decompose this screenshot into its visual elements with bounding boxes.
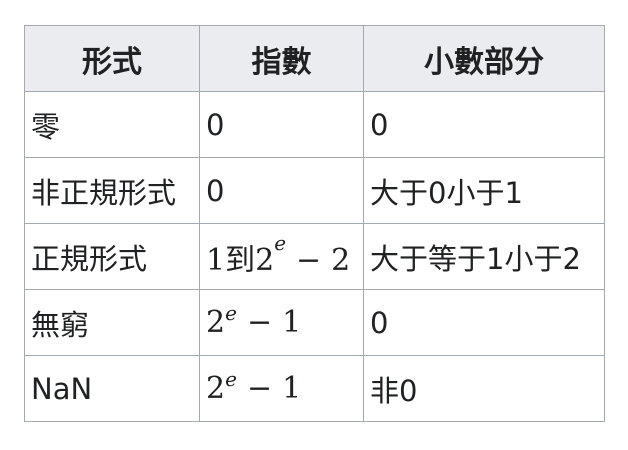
table-row: 無窮 2e −1 0 bbox=[24, 289, 605, 356]
header-fraction: 小數部分 bbox=[363, 25, 605, 92]
math-superscript: e bbox=[225, 367, 237, 391]
cell-fraction: 大于0小于1 bbox=[363, 157, 605, 224]
math-base: 2 bbox=[255, 242, 275, 278]
math-operator: − bbox=[296, 242, 322, 278]
cell-fraction: 0 bbox=[363, 289, 605, 356]
math-base: 2 bbox=[206, 371, 226, 406]
math-base: 2 bbox=[206, 305, 226, 340]
cell-form: 零 bbox=[24, 91, 200, 158]
cell-exponent: 2e −1 bbox=[199, 355, 364, 422]
cell-exponent: 0 bbox=[199, 157, 364, 224]
cell-form: NaN bbox=[24, 355, 200, 422]
cell-form: 無窮 bbox=[24, 289, 200, 356]
header-exponent: 指數 bbox=[199, 25, 364, 92]
math-superscript: e bbox=[274, 230, 287, 255]
math-operator: − bbox=[246, 371, 273, 406]
math-operand: 1 bbox=[282, 371, 302, 406]
math-prefix: 1到 bbox=[206, 242, 256, 278]
math-superscript: e bbox=[225, 301, 237, 325]
header-row: 形式 指數 小數部分 bbox=[24, 25, 605, 92]
cell-fraction: 0 bbox=[363, 91, 605, 158]
cell-exponent: 0 bbox=[199, 91, 364, 158]
table-row: 零 0 0 bbox=[24, 91, 605, 158]
header-form: 形式 bbox=[24, 25, 200, 92]
cell-form: 正規形式 bbox=[24, 223, 200, 290]
cell-form: 非正規形式 bbox=[24, 157, 200, 224]
math-expression: 2e −1 bbox=[206, 367, 302, 406]
cell-fraction: 非0 bbox=[363, 355, 605, 422]
math-operand: 2 bbox=[331, 242, 351, 278]
table-row: NaN 2e −1 非0 bbox=[24, 355, 605, 422]
math-expression: 2e −1 bbox=[206, 301, 302, 340]
table-row: 非正規形式 0 大于0小于1 bbox=[24, 157, 605, 224]
table-row: 正規形式 1到2e −2 大于等于1小于2 bbox=[24, 223, 605, 290]
math-operand: 1 bbox=[282, 305, 302, 340]
cell-exponent: 1到2e −2 bbox=[199, 223, 364, 290]
floating-point-forms-table: 形式 指數 小數部分 零 0 0 非正規形式 0 大于0小于1 正規形式 1到2… bbox=[24, 25, 605, 422]
math-expression: 1到2e −2 bbox=[206, 231, 351, 278]
math-operator: − bbox=[246, 305, 273, 340]
cell-fraction: 大于等于1小于2 bbox=[363, 223, 605, 290]
cell-exponent: 2e −1 bbox=[199, 289, 364, 356]
